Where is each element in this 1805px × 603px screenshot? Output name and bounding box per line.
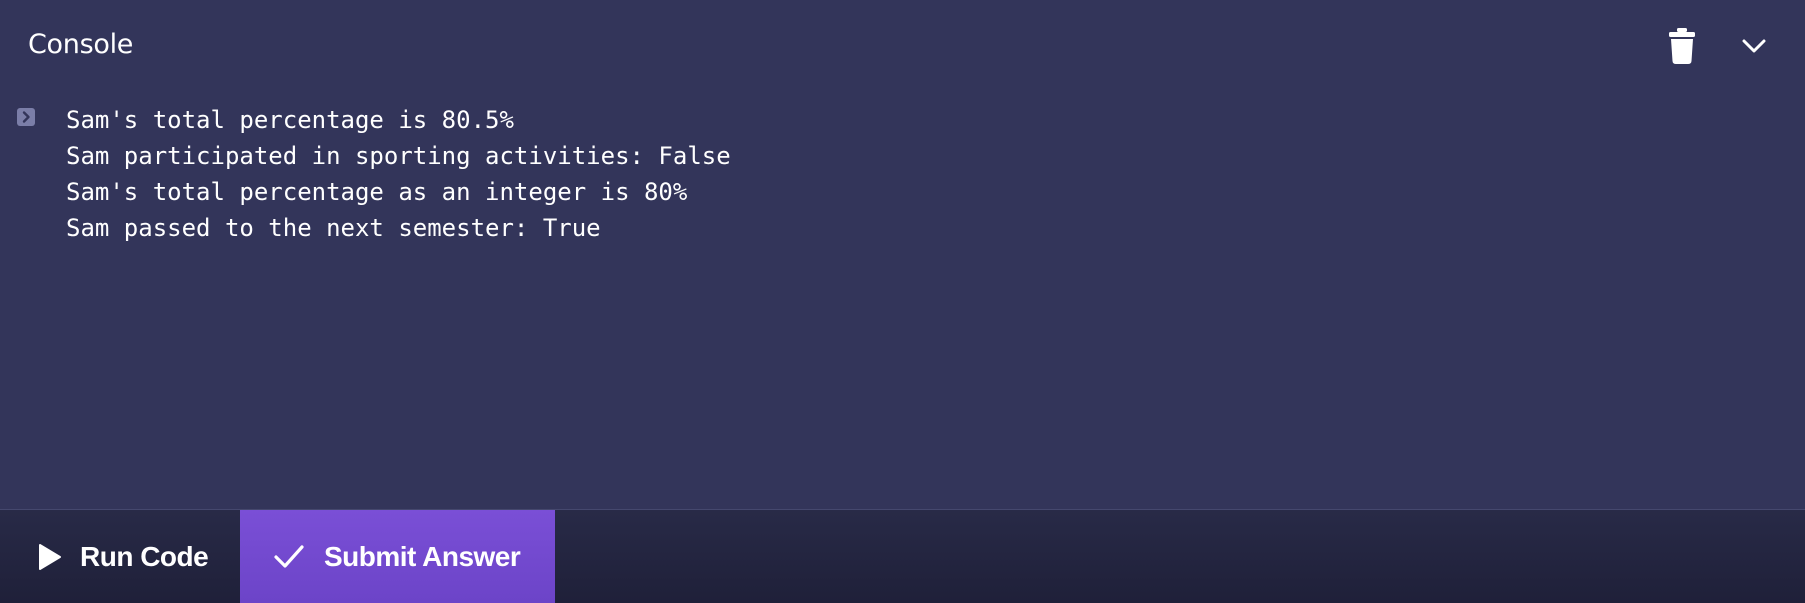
action-bar: Run Code Submit Answer: [0, 509, 1805, 603]
chevron-down-icon: [1742, 39, 1766, 53]
clear-console-button[interactable]: [1660, 24, 1704, 68]
console-output-line: Sam's total percentage is 80.5%: [66, 106, 514, 134]
console-panel: Console Sam's total percentage is 80.5% …: [0, 0, 1805, 603]
run-code-button[interactable]: Run Code: [0, 510, 240, 603]
console-output-line: Sam passed to the next semester: True: [66, 214, 601, 242]
console-header: Console: [0, 0, 1805, 92]
run-code-label: Run Code: [80, 540, 209, 572]
console-output-line: Sam participated in sporting activities:…: [66, 142, 731, 170]
collapse-console-button[interactable]: [1732, 24, 1776, 68]
console-output-line: Sam's total percentage as an integer is …: [66, 178, 688, 206]
trash-icon: [1669, 28, 1695, 64]
chevron-right-icon: [17, 108, 35, 126]
console-output-lines: Sam's total percentage is 80.5% Sam part…: [66, 102, 731, 246]
console-title: Console: [28, 29, 134, 60]
play-icon: [39, 543, 61, 570]
check-icon: [274, 544, 304, 568]
submit-answer-button[interactable]: Submit Answer: [240, 510, 555, 603]
submit-answer-label: Submit Answer: [324, 540, 521, 572]
